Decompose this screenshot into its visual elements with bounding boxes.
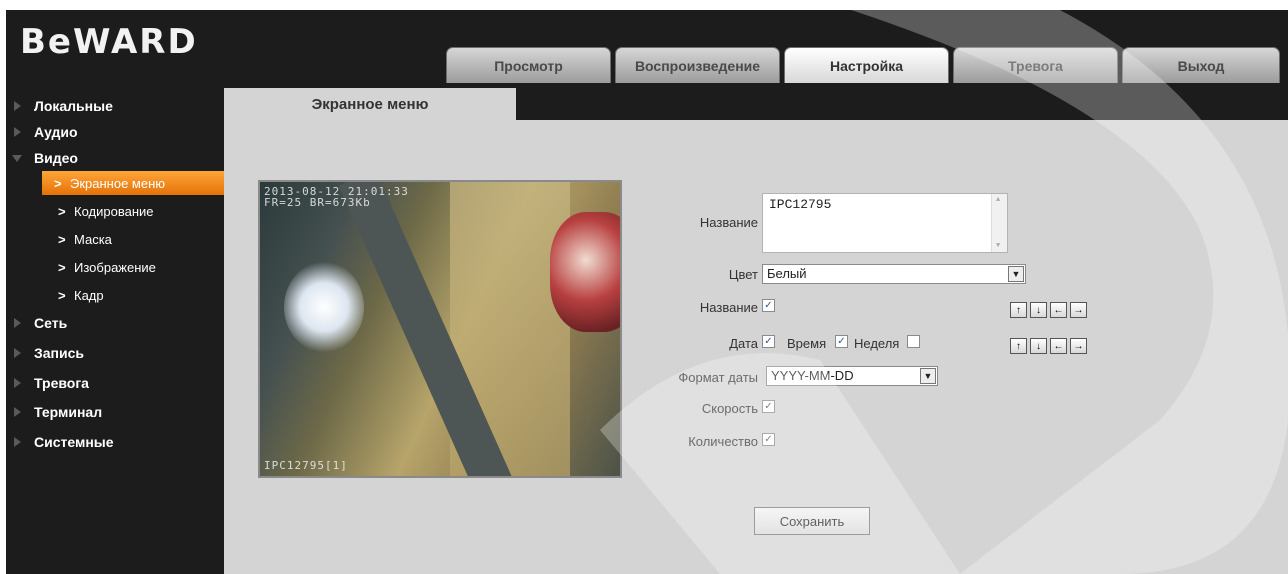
sidebar-item-record[interactable]: Запись: [14, 340, 224, 366]
chevron-down-icon[interactable]: ▼: [920, 368, 936, 384]
chevron-right-icon: >: [54, 175, 62, 191]
sidebar-subitem-encoding[interactable]: > Кодирование: [58, 199, 238, 223]
tab-view[interactable]: Просмотр: [446, 47, 611, 83]
label-speed: Скорость: [701, 401, 758, 416]
sidebar-item-label: Локальные: [34, 98, 113, 114]
tab-alarm[interactable]: Тревога: [953, 47, 1118, 83]
sidebar-subitem-image[interactable]: > Изображение: [58, 255, 238, 279]
label-count: Количество: [688, 434, 758, 449]
osd-bitrate[interactable]: FR=25 BR=673Kb: [264, 197, 371, 208]
tab-settings[interactable]: Настройка: [784, 47, 949, 83]
tab-exit[interactable]: Выход: [1122, 47, 1280, 83]
sidebar-item-label: Сеть: [34, 315, 68, 331]
arrow-left-icon[interactable]: ←: [1050, 338, 1067, 354]
triangle-right-icon: [14, 101, 21, 111]
date-position-buttons: ↑ ↓ ← →: [1010, 338, 1087, 354]
video-scene-light: [284, 262, 364, 352]
content-tab-osd: Экранное меню: [224, 88, 516, 120]
chevron-right-icon: >: [58, 259, 66, 275]
chevron-right-icon: >: [58, 231, 66, 247]
sidebar-item-label: Запись: [34, 345, 85, 361]
triangle-down-icon: [12, 155, 22, 162]
sidebar-item-label: Терминал: [34, 404, 103, 420]
triangle-right-icon: [14, 348, 21, 358]
chevron-down-icon[interactable]: ▼: [1008, 266, 1024, 282]
arrow-up-icon[interactable]: ↑: [1010, 302, 1027, 318]
sidebar-item-system[interactable]: Системные: [14, 429, 224, 455]
sidebar-subitem-osd[interactable]: > Экранное меню: [42, 171, 224, 195]
tab-playback[interactable]: Воспроизведение: [615, 47, 780, 83]
label-color: Цвет: [728, 267, 758, 282]
sidebar-item-label: Аудио: [34, 124, 78, 140]
top-nav-tabs: Просмотр Воспроизведение Настройка Трево…: [446, 47, 1280, 83]
sidebar-item-audio[interactable]: Аудио: [14, 119, 224, 145]
sidebar-subitem-label: Кадр: [74, 287, 104, 303]
video-scene-object: [550, 212, 620, 332]
textarea-scrollbar[interactable]: [991, 194, 1007, 252]
triangle-right-icon: [14, 378, 21, 388]
video-preview: 2013-08-12 21:01:33 FR=25 BR=673Kb IPC12…: [258, 180, 622, 478]
sidebar-item-alarm[interactable]: Тревога: [14, 370, 224, 396]
app-window: BeWARD Просмотр Воспроизведение Настройк…: [6, 10, 1288, 574]
sidebar-subitem-label: Изображение: [74, 259, 156, 275]
osd-camera-name[interactable]: IPC12795[1]: [264, 460, 348, 471]
content-header-bar: [516, 88, 1288, 120]
show-count-checkbox[interactable]: ✓: [762, 433, 775, 446]
sidebar-item-network[interactable]: Сеть: [14, 310, 224, 336]
sidebar-item-terminal[interactable]: Терминал: [14, 399, 224, 425]
sidebar-item-label: Тревога: [34, 375, 89, 391]
label-time: Время: [787, 336, 827, 351]
save-button[interactable]: Сохранить: [754, 507, 870, 535]
sidebar-subitem-label: Экранное меню: [70, 175, 166, 191]
label-week: Неделя: [854, 336, 900, 351]
name-position-buttons: ↑ ↓ ← →: [1010, 302, 1087, 318]
label-name: Название: [699, 215, 758, 230]
sidebar-item-label: Системные: [34, 434, 114, 450]
triangle-right-icon: [14, 437, 21, 447]
main-content: Экранное меню 2013-08-12 21:01:33 FR=25 …: [224, 88, 1288, 574]
date-format-select[interactable]: YYYY-MM-DD ▼: [766, 366, 938, 386]
sidebar-subitem-frame[interactable]: > Кадр: [58, 283, 238, 307]
name-textarea[interactable]: IPC12795: [762, 193, 1008, 253]
arrow-right-icon[interactable]: →: [1070, 338, 1087, 354]
show-date-checkbox[interactable]: ✓: [762, 335, 775, 348]
color-select[interactable]: Белый ▼: [762, 264, 1026, 284]
color-select-value: Белый: [767, 266, 807, 281]
arrow-up-icon[interactable]: ↑: [1010, 338, 1027, 354]
arrow-right-icon[interactable]: →: [1070, 302, 1087, 318]
sidebar-item-label: Видео: [34, 150, 78, 166]
triangle-right-icon: [14, 318, 21, 328]
chevron-right-icon: >: [58, 287, 66, 303]
sidebar-subitem-label: Маска: [74, 231, 112, 247]
beward-logo: BeWARD: [20, 22, 198, 62]
date-format-select-value: YYYY-MM-DD: [771, 368, 854, 383]
show-name-checkbox[interactable]: ✓: [762, 299, 775, 312]
triangle-right-icon: [14, 407, 21, 417]
sidebar-subitem-mask[interactable]: > Маска: [58, 227, 238, 251]
show-week-checkbox[interactable]: [907, 335, 920, 348]
sidebar-item-local[interactable]: Локальные: [14, 93, 224, 119]
arrow-down-icon[interactable]: ↓: [1030, 302, 1047, 318]
arrow-down-icon[interactable]: ↓: [1030, 338, 1047, 354]
name-textarea-value: IPC12795: [769, 197, 832, 212]
label-date: Дата: [729, 336, 758, 351]
sidebar-item-video[interactable]: Видео: [12, 145, 224, 171]
chevron-right-icon: >: [58, 203, 66, 219]
sidebar-subitem-label: Кодирование: [74, 203, 154, 219]
show-speed-checkbox[interactable]: ✓: [762, 400, 775, 413]
triangle-right-icon: [14, 127, 21, 137]
show-time-checkbox[interactable]: ✓: [835, 335, 848, 348]
label-date-format: Формат даты: [678, 370, 758, 385]
arrow-left-icon[interactable]: ←: [1050, 302, 1067, 318]
sidebar: Локальные Аудио Видео > Экранное меню > …: [6, 88, 224, 574]
label-show-name: Название: [699, 300, 758, 315]
